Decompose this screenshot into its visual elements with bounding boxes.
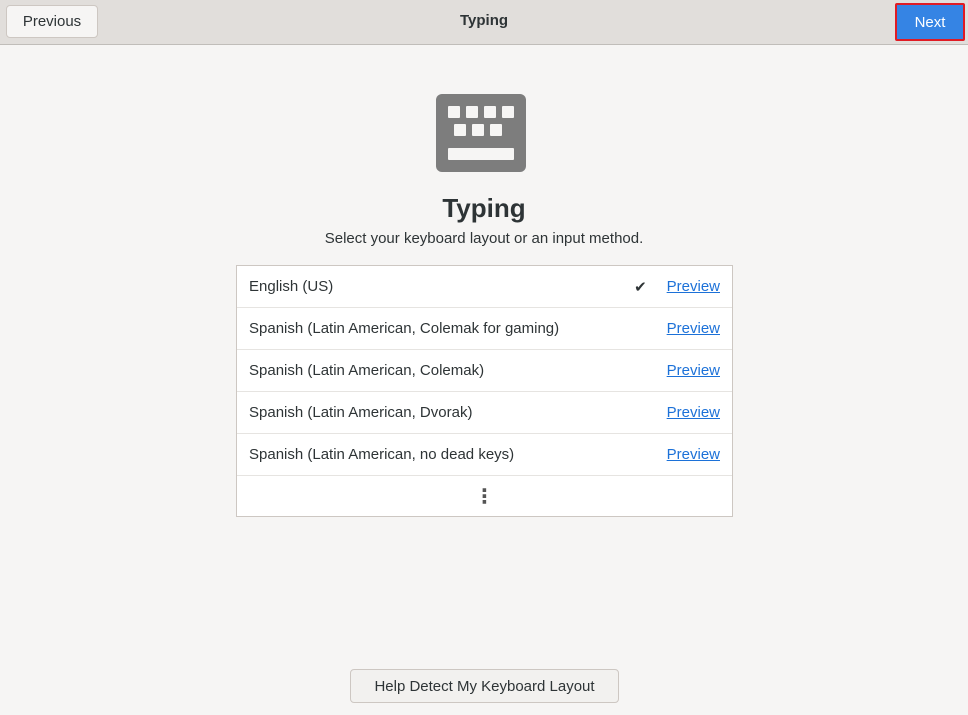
preview-link[interactable]: Preview — [667, 362, 720, 379]
next-button[interactable]: Next — [895, 3, 965, 41]
layout-row[interactable]: Spanish (Latin American, Colemak for gam… — [237, 308, 732, 350]
header-bar: Previous Typing Next — [0, 0, 968, 45]
preview-link[interactable]: Preview — [667, 446, 720, 463]
layout-row[interactable]: Spanish (Latin American, Colemak) Previe… — [237, 350, 732, 392]
layout-row[interactable]: Spanish (Latin American, no dead keys) P… — [237, 434, 732, 476]
page-subtitle: Select your keyboard layout or an input … — [324, 230, 644, 247]
preview-link[interactable]: Preview — [667, 404, 720, 421]
more-options-icon[interactable]: ⋮ — [237, 476, 732, 516]
page-title: Typing — [442, 193, 526, 223]
help-detect-layout-button[interactable]: Help Detect My Keyboard Layout — [350, 669, 619, 703]
keyboard-icon — [436, 94, 526, 172]
layout-label: Spanish (Latin American, Dvorak) — [249, 404, 473, 421]
preview-link[interactable]: Preview — [667, 320, 720, 337]
layout-list: English (US) ✔ Preview Spanish (Latin Am… — [236, 265, 733, 517]
layout-label: English (US) — [249, 278, 334, 295]
layout-label: Spanish (Latin American, Colemak) — [249, 362, 485, 379]
layout-row[interactable]: English (US) ✔ Preview — [237, 266, 732, 308]
layout-row[interactable]: Spanish (Latin American, Dvorak) Preview — [237, 392, 732, 434]
checkmark-icon: ✔ — [634, 278, 647, 296]
header-title: Typing — [459, 12, 509, 29]
layout-label: Spanish (Latin American, no dead keys) — [249, 446, 515, 463]
preview-link[interactable]: Preview — [667, 278, 720, 295]
layout-label: Spanish (Latin American, Colemak for gam… — [249, 320, 560, 337]
